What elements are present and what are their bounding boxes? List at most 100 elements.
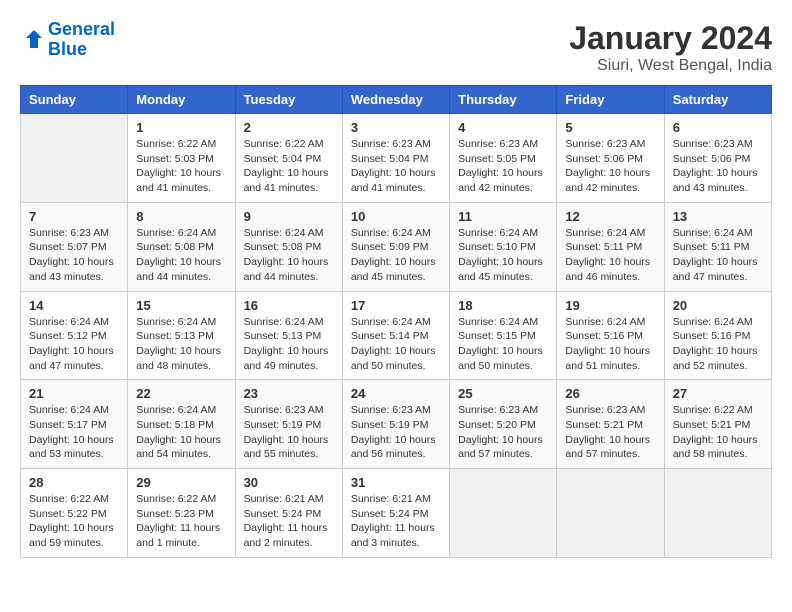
day-info: Sunrise: 6:24 AM Sunset: 5:14 PM Dayligh… bbox=[351, 315, 441, 374]
day-info: Sunrise: 6:24 AM Sunset: 5:11 PM Dayligh… bbox=[673, 226, 763, 285]
calendar-cell: 22 Sunrise: 6:24 AM Sunset: 5:18 PM Dayl… bbox=[128, 380, 235, 469]
day-number: 7 bbox=[29, 209, 119, 224]
day-info: Sunrise: 6:24 AM Sunset: 5:16 PM Dayligh… bbox=[565, 315, 655, 374]
day-number: 22 bbox=[136, 386, 226, 401]
day-number: 3 bbox=[351, 120, 441, 135]
day-info: Sunrise: 6:23 AM Sunset: 5:21 PM Dayligh… bbox=[565, 403, 655, 462]
day-info: Sunrise: 6:23 AM Sunset: 5:07 PM Dayligh… bbox=[29, 226, 119, 285]
calendar-cell: 13 Sunrise: 6:24 AM Sunset: 5:11 PM Dayl… bbox=[664, 202, 771, 291]
column-header-wednesday: Wednesday bbox=[342, 86, 449, 114]
calendar-cell: 28 Sunrise: 6:22 AM Sunset: 5:22 PM Dayl… bbox=[21, 469, 128, 558]
day-number: 12 bbox=[565, 209, 655, 224]
day-number: 20 bbox=[673, 298, 763, 313]
day-info: Sunrise: 6:24 AM Sunset: 5:11 PM Dayligh… bbox=[565, 226, 655, 285]
column-header-thursday: Thursday bbox=[450, 86, 557, 114]
day-number: 15 bbox=[136, 298, 226, 313]
week-row-5: 28 Sunrise: 6:22 AM Sunset: 5:22 PM Dayl… bbox=[21, 469, 772, 558]
day-number: 4 bbox=[458, 120, 548, 135]
day-info: Sunrise: 6:24 AM Sunset: 5:15 PM Dayligh… bbox=[458, 315, 548, 374]
calendar-cell: 1 Sunrise: 6:22 AM Sunset: 5:03 PM Dayli… bbox=[128, 114, 235, 203]
week-row-2: 7 Sunrise: 6:23 AM Sunset: 5:07 PM Dayli… bbox=[21, 202, 772, 291]
day-info: Sunrise: 6:24 AM Sunset: 5:08 PM Dayligh… bbox=[136, 226, 226, 285]
day-number: 21 bbox=[29, 386, 119, 401]
day-number: 28 bbox=[29, 475, 119, 490]
calendar-header-row: SundayMondayTuesdayWednesdayThursdayFrid… bbox=[21, 86, 772, 114]
calendar-cell: 26 Sunrise: 6:23 AM Sunset: 5:21 PM Dayl… bbox=[557, 380, 664, 469]
calendar-cell: 24 Sunrise: 6:23 AM Sunset: 5:19 PM Dayl… bbox=[342, 380, 449, 469]
week-row-1: 1 Sunrise: 6:22 AM Sunset: 5:03 PM Dayli… bbox=[21, 114, 772, 203]
calendar-table: SundayMondayTuesdayWednesdayThursdayFrid… bbox=[20, 85, 772, 558]
day-number: 29 bbox=[136, 475, 226, 490]
day-number: 14 bbox=[29, 298, 119, 313]
day-number: 8 bbox=[136, 209, 226, 224]
day-number: 23 bbox=[244, 386, 334, 401]
calendar-cell: 3 Sunrise: 6:23 AM Sunset: 5:04 PM Dayli… bbox=[342, 114, 449, 203]
column-header-saturday: Saturday bbox=[664, 86, 771, 114]
day-info: Sunrise: 6:21 AM Sunset: 5:24 PM Dayligh… bbox=[244, 492, 334, 551]
logo-text: General Blue bbox=[48, 20, 115, 60]
logo-icon bbox=[20, 28, 44, 52]
day-info: Sunrise: 6:22 AM Sunset: 5:23 PM Dayligh… bbox=[136, 492, 226, 551]
calendar-cell: 18 Sunrise: 6:24 AM Sunset: 5:15 PM Dayl… bbox=[450, 291, 557, 380]
calendar-cell: 14 Sunrise: 6:24 AM Sunset: 5:12 PM Dayl… bbox=[21, 291, 128, 380]
calendar-cell: 25 Sunrise: 6:23 AM Sunset: 5:20 PM Dayl… bbox=[450, 380, 557, 469]
day-number: 6 bbox=[673, 120, 763, 135]
day-number: 17 bbox=[351, 298, 441, 313]
calendar-cell: 5 Sunrise: 6:23 AM Sunset: 5:06 PM Dayli… bbox=[557, 114, 664, 203]
calendar-cell bbox=[450, 469, 557, 558]
day-info: Sunrise: 6:24 AM Sunset: 5:13 PM Dayligh… bbox=[136, 315, 226, 374]
calendar-body: 1 Sunrise: 6:22 AM Sunset: 5:03 PM Dayli… bbox=[21, 114, 772, 558]
day-info: Sunrise: 6:22 AM Sunset: 5:22 PM Dayligh… bbox=[29, 492, 119, 551]
column-header-sunday: Sunday bbox=[21, 86, 128, 114]
day-info: Sunrise: 6:23 AM Sunset: 5:20 PM Dayligh… bbox=[458, 403, 548, 462]
calendar-cell: 9 Sunrise: 6:24 AM Sunset: 5:08 PM Dayli… bbox=[235, 202, 342, 291]
calendar-cell: 11 Sunrise: 6:24 AM Sunset: 5:10 PM Dayl… bbox=[450, 202, 557, 291]
day-info: Sunrise: 6:22 AM Sunset: 5:04 PM Dayligh… bbox=[244, 137, 334, 196]
page-subtitle: Siuri, West Bengal, India bbox=[569, 57, 772, 75]
calendar-cell: 17 Sunrise: 6:24 AM Sunset: 5:14 PM Dayl… bbox=[342, 291, 449, 380]
day-info: Sunrise: 6:24 AM Sunset: 5:12 PM Dayligh… bbox=[29, 315, 119, 374]
day-number: 31 bbox=[351, 475, 441, 490]
calendar-cell bbox=[21, 114, 128, 203]
calendar-cell bbox=[557, 469, 664, 558]
day-info: Sunrise: 6:22 AM Sunset: 5:03 PM Dayligh… bbox=[136, 137, 226, 196]
day-info: Sunrise: 6:22 AM Sunset: 5:21 PM Dayligh… bbox=[673, 403, 763, 462]
day-info: Sunrise: 6:23 AM Sunset: 5:19 PM Dayligh… bbox=[244, 403, 334, 462]
calendar-cell: 4 Sunrise: 6:23 AM Sunset: 5:05 PM Dayli… bbox=[450, 114, 557, 203]
day-info: Sunrise: 6:24 AM Sunset: 5:18 PM Dayligh… bbox=[136, 403, 226, 462]
logo: General Blue bbox=[20, 20, 115, 60]
day-number: 25 bbox=[458, 386, 548, 401]
calendar-cell: 21 Sunrise: 6:24 AM Sunset: 5:17 PM Dayl… bbox=[21, 380, 128, 469]
day-info: Sunrise: 6:23 AM Sunset: 5:06 PM Dayligh… bbox=[565, 137, 655, 196]
day-info: Sunrise: 6:23 AM Sunset: 5:19 PM Dayligh… bbox=[351, 403, 441, 462]
page-title: January 2024 bbox=[569, 20, 772, 57]
calendar-cell: 2 Sunrise: 6:22 AM Sunset: 5:04 PM Dayli… bbox=[235, 114, 342, 203]
day-number: 10 bbox=[351, 209, 441, 224]
day-number: 27 bbox=[673, 386, 763, 401]
calendar-cell: 7 Sunrise: 6:23 AM Sunset: 5:07 PM Dayli… bbox=[21, 202, 128, 291]
calendar-cell: 6 Sunrise: 6:23 AM Sunset: 5:06 PM Dayli… bbox=[664, 114, 771, 203]
calendar-cell: 29 Sunrise: 6:22 AM Sunset: 5:23 PM Dayl… bbox=[128, 469, 235, 558]
column-header-tuesday: Tuesday bbox=[235, 86, 342, 114]
day-info: Sunrise: 6:24 AM Sunset: 5:13 PM Dayligh… bbox=[244, 315, 334, 374]
calendar-cell: 30 Sunrise: 6:21 AM Sunset: 5:24 PM Dayl… bbox=[235, 469, 342, 558]
day-info: Sunrise: 6:24 AM Sunset: 5:09 PM Dayligh… bbox=[351, 226, 441, 285]
calendar-cell bbox=[664, 469, 771, 558]
day-info: Sunrise: 6:24 AM Sunset: 5:16 PM Dayligh… bbox=[673, 315, 763, 374]
calendar-cell: 15 Sunrise: 6:24 AM Sunset: 5:13 PM Dayl… bbox=[128, 291, 235, 380]
calendar-cell: 31 Sunrise: 6:21 AM Sunset: 5:24 PM Dayl… bbox=[342, 469, 449, 558]
title-section: January 2024 Siuri, West Bengal, India bbox=[569, 20, 772, 75]
week-row-4: 21 Sunrise: 6:24 AM Sunset: 5:17 PM Dayl… bbox=[21, 380, 772, 469]
day-number: 1 bbox=[136, 120, 226, 135]
day-info: Sunrise: 6:23 AM Sunset: 5:06 PM Dayligh… bbox=[673, 137, 763, 196]
calendar-cell: 10 Sunrise: 6:24 AM Sunset: 5:09 PM Dayl… bbox=[342, 202, 449, 291]
day-number: 11 bbox=[458, 209, 548, 224]
page-header: General Blue January 2024 Siuri, West Be… bbox=[20, 20, 772, 75]
day-info: Sunrise: 6:24 AM Sunset: 5:08 PM Dayligh… bbox=[244, 226, 334, 285]
day-number: 18 bbox=[458, 298, 548, 313]
day-number: 5 bbox=[565, 120, 655, 135]
day-number: 24 bbox=[351, 386, 441, 401]
calendar-cell: 27 Sunrise: 6:22 AM Sunset: 5:21 PM Dayl… bbox=[664, 380, 771, 469]
day-number: 2 bbox=[244, 120, 334, 135]
calendar-cell: 12 Sunrise: 6:24 AM Sunset: 5:11 PM Dayl… bbox=[557, 202, 664, 291]
